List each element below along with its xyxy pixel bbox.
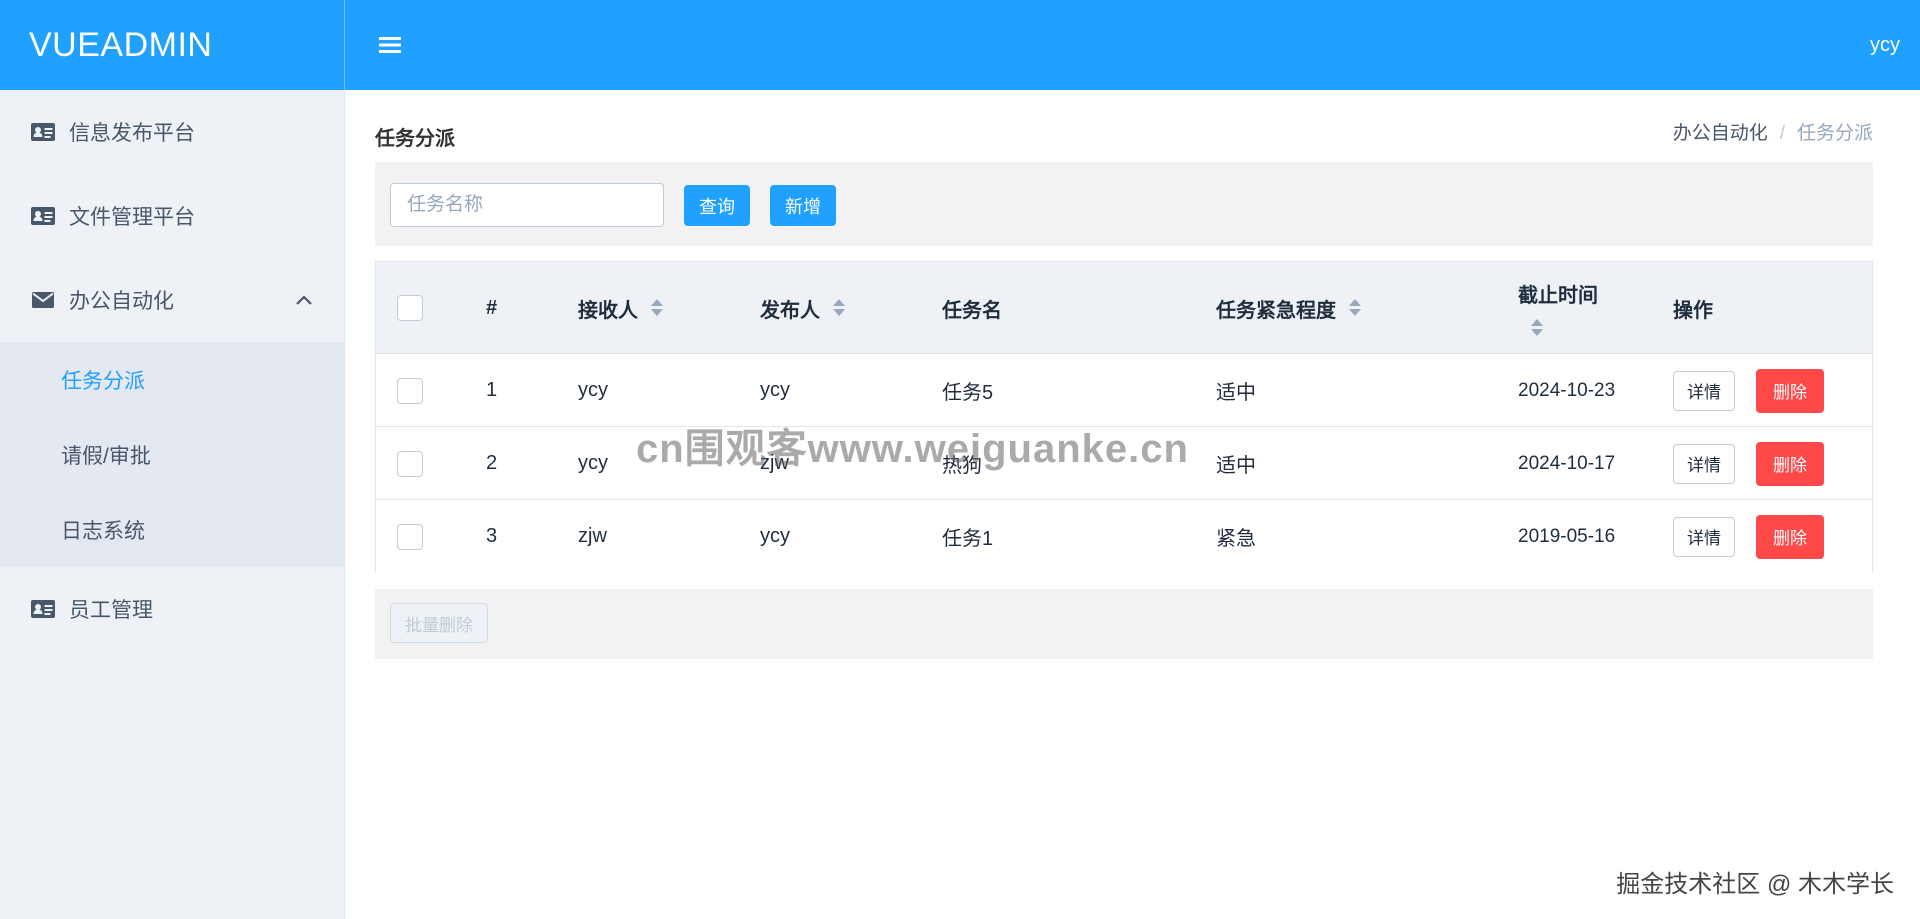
table-row: 1 ycy ycy 任务5 适中 2024-10-23 详情 删除 [376, 354, 1872, 427]
cell-index: 3 [486, 525, 498, 547]
breadcrumb-item[interactable]: 办公自动化 [1673, 123, 1768, 144]
sidebar-item-label: 办公自动化 [69, 290, 174, 313]
sidebar-item-label: 文件管理平台 [69, 206, 195, 229]
search-toolbar: 查询 新增 [375, 162, 1873, 246]
cell-index: 1 [486, 379, 498, 401]
sort-icon[interactable] [1348, 298, 1362, 318]
page-title: 任务分派 [375, 128, 455, 150]
user-menu[interactable]: ycy [1870, 0, 1900, 90]
cell-deadline: 2024-10-17 [1518, 452, 1616, 474]
id-card-icon [30, 122, 55, 142]
cell-publisher: zjw [760, 452, 789, 474]
id-card-icon [30, 599, 55, 619]
column-header-index: # [486, 296, 498, 319]
task-table: # 接收人 发布人 任务名 任务紧急程度 截止时间 操作 1 ycy ycy 任… [375, 261, 1873, 573]
detail-button[interactable]: 详情 [1673, 443, 1735, 484]
column-header-label: 发布人 [760, 299, 820, 322]
cell-urgency: 适中 [1216, 455, 1256, 477]
detail-button[interactable]: 详情 [1673, 516, 1735, 557]
detail-button[interactable]: 详情 [1673, 370, 1735, 411]
select-all-checkbox[interactable] [397, 295, 423, 321]
add-task-button[interactable]: 新增 [770, 185, 836, 226]
sidebar-item-log-system[interactable]: 日志系统 [0, 492, 344, 567]
submenu-office-automation: 任务分派 请假/审批 日志系统 [0, 342, 344, 567]
sidebar-item-label: 员工管理 [69, 599, 153, 622]
delete-button[interactable]: 删除 [1756, 441, 1824, 486]
hamburger-icon [379, 37, 401, 53]
cell-publisher: ycy [760, 525, 790, 547]
id-card-icon [30, 206, 55, 226]
breadcrumb-current: 任务分派 [1796, 123, 1873, 144]
cell-deadline: 2019-05-16 [1518, 525, 1616, 547]
cell-index: 2 [486, 452, 498, 474]
sidebar-item-file-manage[interactable]: 文件管理平台 [0, 174, 344, 258]
sidebar-item-info-publish[interactable]: 信息发布平台 [0, 90, 344, 174]
breadcrumb-separator: / [1779, 123, 1785, 144]
cell-receiver: zjw [578, 525, 607, 547]
cell-urgency: 紧急 [1216, 528, 1256, 550]
cell-task-name: 任务5 [942, 382, 994, 404]
table-footer: 批量删除 [375, 589, 1873, 659]
cell-deadline: 2024-10-23 [1518, 379, 1616, 401]
cell-receiver: ycy [578, 379, 608, 401]
column-header-actions: 操作 [1673, 299, 1713, 322]
task-name-search-input[interactable] [390, 183, 664, 227]
column-header-label: 接收人 [578, 299, 638, 322]
envelope-icon [30, 290, 55, 310]
sidebar-item-office-automation[interactable]: 办公自动化 [0, 258, 344, 342]
sort-icon[interactable] [650, 298, 664, 318]
query-button[interactable]: 查询 [684, 185, 750, 226]
sidebar: 信息发布平台 文件管理平台 办公自动化 任务分派 请假/审批 日志系统 员工管理 [0, 90, 345, 919]
table-header: # 接收人 发布人 任务名 任务紧急程度 截止时间 操作 [376, 262, 1872, 354]
column-header-urgency[interactable]: 任务紧急程度 [1216, 262, 1362, 354]
app-logo: VUEADMIN [0, 0, 345, 90]
table-row: 2 ycy zjw 热狗 适中 2024-10-17 详情 删除 [376, 427, 1872, 500]
table-row: 3 zjw ycy 任务1 紧急 2019-05-16 详情 删除 [376, 500, 1872, 573]
cell-publisher: ycy [760, 379, 790, 401]
chevron-up-icon [296, 295, 312, 305]
top-header: VUEADMIN ycy [0, 0, 1920, 90]
row-checkbox[interactable] [397, 523, 423, 550]
cell-task-name: 任务1 [942, 528, 994, 550]
source-signature: 掘金技术社区 @ 木木学长 [1616, 871, 1894, 898]
sidebar-item-staff-manage[interactable]: 员工管理 [0, 567, 344, 651]
cell-task-name: 热狗 [942, 455, 982, 477]
column-header-receiver[interactable]: 接收人 [578, 262, 664, 354]
column-header-label: 任务紧急程度 [1216, 299, 1336, 322]
breadcrumb: 办公自动化 / 任务分派 [1673, 118, 1873, 145]
delete-button[interactable]: 删除 [1756, 368, 1824, 413]
sort-icon[interactable] [832, 298, 846, 318]
menu-toggle-button[interactable] [345, 0, 435, 90]
row-checkbox[interactable] [397, 377, 423, 404]
sidebar-item-task-assign[interactable]: 任务分派 [0, 342, 344, 417]
column-header-publisher[interactable]: 发布人 [760, 262, 846, 354]
cell-urgency: 适中 [1216, 382, 1256, 404]
sidebar-item-label: 信息发布平台 [69, 122, 195, 145]
sidebar-item-leave-approval[interactable]: 请假/审批 [0, 417, 344, 492]
column-header-label: 截止时间 [1518, 284, 1598, 307]
column-header-deadline[interactable]: 截止时间 [1518, 262, 1598, 354]
column-header-task-name: 任务名 [942, 299, 1002, 322]
cell-receiver: ycy [578, 452, 608, 474]
batch-delete-button[interactable]: 批量删除 [390, 603, 488, 643]
sort-icon[interactable] [1530, 318, 1544, 338]
delete-button[interactable]: 删除 [1756, 514, 1824, 559]
row-checkbox[interactable] [397, 450, 423, 477]
